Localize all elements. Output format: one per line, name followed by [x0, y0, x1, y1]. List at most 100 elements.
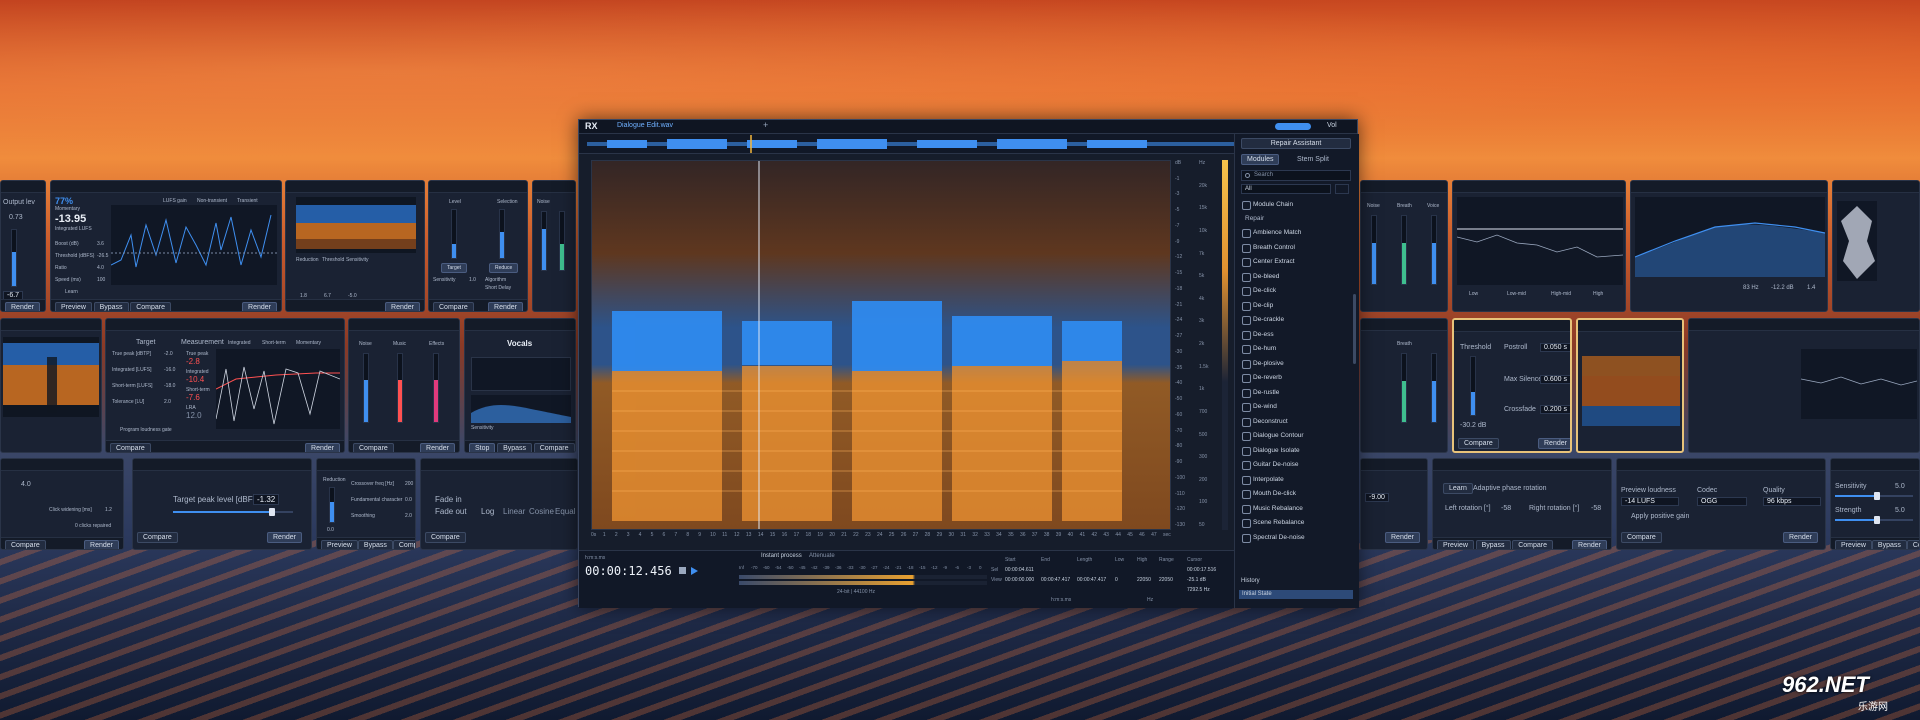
module-item[interactable]: Music Rebalance — [1239, 502, 1356, 516]
module-chain-item[interactable]: Module Chain — [1239, 198, 1356, 212]
compare-button[interactable]: Compare — [1621, 532, 1662, 543]
eq-band-high-mid[interactable]: High-mid — [1551, 291, 1571, 297]
preview-button[interactable]: Preview — [1835, 540, 1872, 549]
module-item[interactable]: Guitar De-noise — [1239, 458, 1356, 472]
module-item[interactable]: Deconstruct — [1239, 415, 1356, 429]
noise-fader[interactable] — [1371, 215, 1377, 285]
render-button[interactable]: Render — [1572, 540, 1607, 549]
compare-button[interactable]: Compare — [425, 532, 466, 543]
gain-value[interactable]: -9.00 — [1365, 493, 1389, 502]
module-item[interactable]: De-bleed — [1239, 270, 1356, 284]
threshold-value[interactable]: -30.2 dB — [1460, 422, 1486, 429]
module-item[interactable]: De-reverb — [1239, 371, 1356, 385]
music-fader[interactable] — [559, 211, 565, 271]
short-term-value[interactable]: -18.0 — [164, 383, 175, 389]
curve-equal-power[interactable]: Equal P — [555, 507, 577, 516]
render-button[interactable]: Render — [242, 302, 277, 311]
breath-fader[interactable] — [1401, 353, 1407, 423]
render-button[interactable]: Render — [420, 443, 455, 452]
module-item[interactable]: De-ess — [1239, 328, 1356, 342]
timecode-display[interactable]: 00:00:12.456 — [585, 564, 672, 578]
module-item[interactable]: Scene Rebalance — [1239, 516, 1356, 530]
click-widening-value[interactable]: 1.2 — [105, 507, 112, 513]
left-rotation-value[interactable]: -58 — [1501, 505, 1511, 512]
play-button[interactable] — [691, 567, 698, 575]
reduction-value[interactable]: 0.0 — [327, 527, 334, 533]
crossfade-value[interactable]: 0.200 s — [1540, 405, 1570, 414]
module-item[interactable]: De-rustle — [1239, 386, 1356, 400]
noise-fader[interactable] — [363, 353, 369, 423]
tolerance-value[interactable]: 2.0 — [164, 399, 171, 405]
selection-fader[interactable] — [499, 209, 505, 259]
compare-button[interactable]: Compare — [1906, 540, 1919, 549]
true-peak-value[interactable]: -2.0 — [164, 351, 173, 357]
render-button[interactable]: Render — [5, 302, 40, 311]
spectrogram-display[interactable] — [591, 160, 1171, 530]
module-item[interactable]: Dialogue Contour — [1239, 429, 1356, 443]
render-button[interactable]: Render — [267, 532, 302, 543]
preview-button[interactable]: Preview — [55, 302, 92, 311]
postroll-value[interactable]: 0.050 s — [1540, 343, 1570, 352]
module-item[interactable]: Interpolate — [1239, 473, 1356, 487]
fade-out-radio[interactable]: Fade out — [435, 507, 467, 516]
bypass-button[interactable]: Bypass — [497, 443, 533, 452]
module-item[interactable]: De-wind — [1239, 400, 1356, 414]
learn-button[interactable]: Learn — [65, 289, 78, 295]
learn-button[interactable]: Learn — [1443, 483, 1473, 494]
sensitivity-value[interactable]: 5.0 — [1895, 483, 1905, 490]
add-tab-button[interactable]: + — [763, 120, 768, 130]
filter-select[interactable]: All — [1241, 184, 1331, 194]
quality-select[interactable]: 96 kbps — [1763, 497, 1821, 506]
history-item-initial[interactable]: Initial State — [1239, 590, 1353, 599]
instant-process-checkbox[interactable]: Instant process — [761, 553, 802, 559]
codec-select[interactable]: OGG — [1697, 497, 1747, 506]
fundamental-value[interactable]: 0.0 — [405, 497, 412, 503]
threshold-value[interactable]: -26.5 — [97, 253, 108, 259]
render-button[interactable]: Render — [84, 540, 119, 549]
preview-button[interactable]: Preview — [1437, 540, 1474, 549]
compare-button[interactable]: Compare — [110, 443, 151, 452]
modules-toggle[interactable]: Modules — [1241, 154, 1280, 165]
curve-cosine[interactable]: Cosine — [529, 507, 554, 516]
list-view-icon[interactable] — [1335, 184, 1349, 194]
target-peak-slider[interactable] — [173, 508, 293, 516]
breath-fader[interactable] — [1401, 215, 1407, 285]
ratio-value[interactable]: 4.0 — [97, 265, 104, 271]
match-q[interactable]: 1.4 — [1807, 285, 1815, 291]
module-item[interactable]: De-hum — [1239, 342, 1356, 356]
file-tab[interactable]: Dialogue Edit.wav — [617, 122, 673, 129]
module-item[interactable]: Dialogue Isolate — [1239, 444, 1356, 458]
module-item[interactable]: De-crackle — [1239, 313, 1356, 327]
compare-button[interactable]: Compare — [533, 443, 575, 452]
speed-value[interactable]: 100 — [97, 277, 105, 283]
boost-value[interactable]: 3.6 — [97, 241, 104, 247]
module-item[interactable]: De-clip — [1239, 299, 1356, 313]
compare-button[interactable]: Compare — [130, 302, 172, 311]
adaptive-phase-checkbox[interactable]: Adaptive phase rotation — [1473, 485, 1547, 492]
compare-button[interactable]: Compare — [353, 443, 394, 452]
compare-button[interactable]: Compare — [392, 540, 415, 549]
music-fader[interactable] — [397, 353, 403, 423]
sensitivity-value[interactable]: 1.0 — [469, 277, 476, 283]
smoothing-value[interactable]: 2.0 — [405, 513, 412, 519]
right-rotation-value[interactable]: -58 — [1591, 505, 1601, 512]
sensitivity-slider[interactable] — [1835, 492, 1913, 500]
compare-button[interactable]: Compare — [1458, 438, 1499, 449]
scrollbar[interactable] — [1353, 294, 1356, 364]
module-item[interactable]: Center Extract — [1239, 255, 1356, 269]
volume-slider[interactable] — [1275, 123, 1311, 130]
eq-band-low[interactable]: Low — [1469, 291, 1478, 297]
apply-positive-gain-checkbox[interactable]: Apply positive gain — [1631, 513, 1689, 520]
stem-split-toggle[interactable]: Stem Split — [1297, 156, 1329, 163]
reduce-button[interactable]: Reduce — [489, 263, 519, 273]
bypass-button[interactable]: Bypass — [357, 540, 393, 549]
effects-fader[interactable] — [433, 353, 439, 423]
strength-slider[interactable] — [1835, 516, 1913, 524]
sensitivity-value[interactable]: 4.0 — [21, 481, 31, 488]
repair-assistant-button[interactable]: Repair Assistant — [1241, 138, 1351, 149]
module-item[interactable]: Ambience Match — [1239, 226, 1356, 240]
curve-log[interactable]: Log — [481, 507, 494, 516]
noise-fader[interactable] — [541, 211, 547, 271]
output-fader[interactable] — [11, 229, 17, 287]
compare-button[interactable]: Compare — [5, 540, 46, 549]
